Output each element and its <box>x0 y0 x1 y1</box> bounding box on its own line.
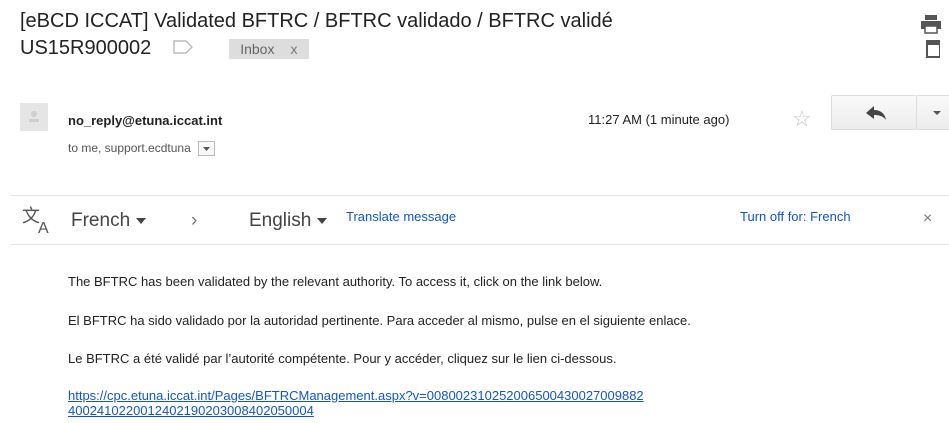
source-language-select[interactable]: French <box>71 210 148 232</box>
recipients-row: to me, support.ecdtuna <box>68 141 216 157</box>
more-actions-button[interactable] <box>917 95 949 130</box>
sender-address[interactable]: no_reply@etuna.iccat.int <box>68 113 222 128</box>
star-icon[interactable]: ☆ <box>792 106 812 132</box>
target-language-select[interactable]: English <box>249 210 329 232</box>
email-subject: [eBCD ICCAT] Validated BFTRC / BFTRC val… <box>20 8 820 62</box>
print-icon[interactable] <box>920 14 942 39</box>
subject-line-1: [eBCD ICCAT] Validated BFTRC / BFTRC val… <box>20 10 613 32</box>
reply-icon <box>866 106 886 120</box>
translate-icon: 文 A <box>22 205 58 240</box>
close-translate-bar-button[interactable]: × <box>923 210 932 228</box>
chevron-right-icon: › <box>191 210 198 231</box>
avatar <box>20 103 48 131</box>
subject-line-2: US15R900002 <box>20 37 152 59</box>
chevron-down-icon <box>933 111 941 115</box>
svg-text:A: A <box>38 220 49 235</box>
recipients-text: to me, support.ecdtuna <box>68 141 191 155</box>
message-time: 11:27 AM (1 minute ago) <box>588 112 730 127</box>
bftrc-management-link[interactable]: https://cpc.etuna.iccat.int/Pages/BFTRCM… <box>68 388 868 418</box>
translate-message-link[interactable]: Translate message <box>346 209 456 224</box>
chevron-down-icon <box>317 217 328 224</box>
inbox-label-text: Inbox <box>240 40 275 57</box>
turn-off-translation-link[interactable]: Turn off for: French <box>740 209 851 224</box>
target-language-label: English <box>249 210 312 231</box>
inbox-label-chip[interactable]: Inbox x <box>229 38 310 59</box>
new-window-icon[interactable] <box>926 39 941 64</box>
body-line-english: The BFTRC has been validated by the rele… <box>68 274 603 289</box>
body-line-french: Le BFTRC a été validé par l’autorité com… <box>68 351 617 366</box>
show-details-button[interactable] <box>198 141 216 157</box>
subject-line-2-row: US15R900002 Inbox x <box>20 35 820 62</box>
remove-label-button[interactable]: x <box>290 41 297 57</box>
label-tag-icon[interactable] <box>173 35 194 62</box>
chevron-down-icon <box>136 217 147 224</box>
link-line-2[interactable]: 4002410220012402190203008402050004 <box>68 403 868 418</box>
link-line-1[interactable]: https://cpc.etuna.iccat.int/Pages/BFTRCM… <box>68 388 868 403</box>
source-language-label: French <box>71 210 131 231</box>
top-toolbar-icons <box>920 14 949 64</box>
body-line-spanish: El BFTRC ha sido validado por la autorid… <box>68 313 691 328</box>
reply-button[interactable] <box>831 95 917 130</box>
